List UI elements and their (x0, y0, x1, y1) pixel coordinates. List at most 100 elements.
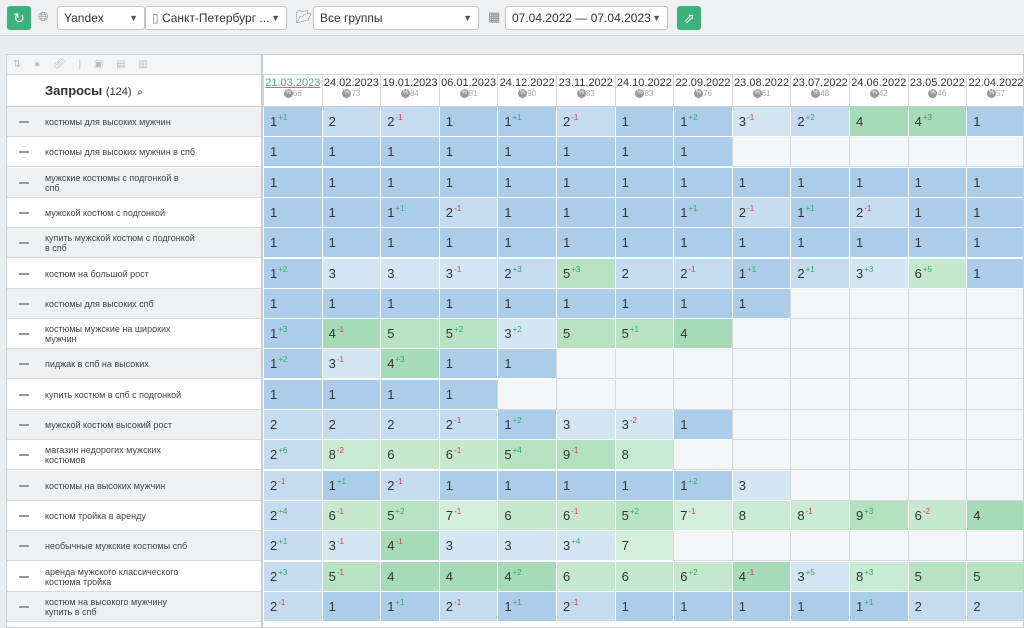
collapse-icon[interactable] (19, 454, 29, 457)
position-cell[interactable]: 1+1 (321, 470, 381, 501)
position-cell[interactable]: 5+2 (380, 500, 439, 531)
link-icon[interactable]: 🔗︎ (53, 59, 66, 70)
position-cell[interactable] (790, 288, 849, 319)
position-cell[interactable]: 1 (614, 228, 674, 259)
position-cell[interactable]: 2 (907, 591, 967, 622)
position-cell[interactable] (731, 440, 791, 471)
position-cell[interactable]: 3+3 (849, 258, 908, 289)
position-cell[interactable]: 1 (614, 137, 674, 168)
position-cell[interactable]: 1+1 (790, 197, 849, 228)
position-cell[interactable]: 3-1 (321, 349, 381, 380)
position-cell[interactable]: 1 (614, 107, 674, 137)
position-cell[interactable]: 3 (731, 470, 791, 501)
collapse-icon[interactable] (19, 484, 29, 487)
position-cell[interactable] (790, 410, 849, 440)
position-cell[interactable]: 1 (556, 167, 615, 198)
position-cell[interactable]: 3 (556, 410, 615, 440)
position-cell[interactable]: 2 (321, 107, 381, 137)
search-engine-select[interactable]: Yandex ▼ (57, 6, 145, 30)
date-column-header[interactable]: 19.01.2023% 84 (380, 75, 439, 107)
position-cell[interactable]: 8 (731, 500, 791, 531)
position-cell[interactable]: 1 (966, 197, 1023, 228)
position-cell[interactable] (790, 349, 849, 380)
position-cell[interactable]: 5+1 (614, 319, 674, 350)
position-cell[interactable] (907, 288, 967, 319)
position-cell[interactable]: 1 (263, 197, 322, 228)
position-cell[interactable]: 1 (438, 470, 498, 501)
position-cell[interactable]: 2-1 (438, 410, 498, 440)
position-cell[interactable]: 1+1 (380, 591, 439, 622)
position-cell[interactable]: 1 (731, 288, 791, 319)
position-cell[interactable]: 2+1 (263, 531, 322, 562)
position-cell[interactable]: 3 (497, 531, 556, 562)
date-column-header[interactable]: 23.07.2022% 48 (790, 75, 849, 107)
position-cell[interactable]: 1 (966, 228, 1023, 259)
position-cell[interactable]: 1 (731, 228, 791, 259)
position-cell[interactable]: 1 (966, 167, 1023, 198)
position-cell[interactable]: 1 (790, 591, 849, 622)
date-column-header[interactable]: 24.06.2022% 42 (849, 75, 908, 107)
position-cell[interactable] (556, 379, 615, 410)
position-cell[interactable]: 5 (907, 561, 967, 592)
position-cell[interactable]: 1 (497, 288, 556, 319)
position-cell[interactable]: 2-1 (673, 258, 732, 289)
position-cell[interactable]: 1 (497, 167, 556, 198)
position-cell[interactable]: 4 (438, 561, 498, 592)
position-cell[interactable] (790, 531, 849, 562)
position-cell[interactable]: 5 (380, 319, 439, 350)
position-cell[interactable]: 1 (556, 137, 615, 168)
position-cell[interactable] (907, 470, 967, 501)
export-button[interactable]: ⇗ (677, 6, 701, 30)
position-cell[interactable]: 1 (614, 591, 674, 622)
position-cell[interactable]: 1 (497, 349, 556, 380)
position-cell[interactable]: 6 (497, 500, 556, 531)
position-cell[interactable]: 2-1 (731, 197, 791, 228)
position-cell[interactable]: 1 (380, 167, 439, 198)
group-select[interactable]: Все группы ▼ (313, 6, 479, 30)
position-cell[interactable]: 6-1 (321, 500, 381, 531)
date-column-header[interactable]: 23.05.2022% 46 (907, 75, 967, 107)
position-cell[interactable]: 1 (380, 137, 439, 168)
position-cell[interactable]: 7 (614, 531, 674, 562)
region-select[interactable]: ▯ Санкт-Петербург ... ▼ (145, 6, 287, 30)
position-cell[interactable] (907, 410, 967, 440)
position-cell[interactable] (907, 440, 967, 471)
position-cell[interactable]: 2+1 (790, 258, 849, 289)
position-cell[interactable]: 1 (263, 137, 322, 168)
position-cell[interactable]: 1 (731, 591, 791, 622)
position-cell[interactable]: 1 (380, 379, 439, 410)
collapse-icon[interactable] (19, 181, 29, 184)
position-cell[interactable]: 1+2 (263, 258, 322, 289)
position-cell[interactable]: 8-1 (790, 500, 849, 531)
sort-icon[interactable]: ⇅ (13, 59, 21, 70)
position-cell[interactable] (907, 319, 967, 350)
date-column-header[interactable]: 24.12.2022% 90 (497, 75, 556, 107)
position-cell[interactable]: 7-1 (673, 500, 732, 531)
position-cell[interactable] (849, 410, 908, 440)
position-cell[interactable]: 1 (380, 228, 439, 259)
position-cell[interactable]: 2+3 (263, 561, 322, 592)
position-cell[interactable]: 4 (966, 500, 1023, 531)
position-cell[interactable]: 2-1 (380, 470, 439, 501)
position-cell[interactable] (731, 319, 791, 350)
position-cell[interactable] (849, 531, 908, 562)
position-cell[interactable]: 1 (907, 197, 967, 228)
position-cell[interactable]: 1 (849, 167, 908, 198)
position-cell[interactable] (849, 379, 908, 410)
position-cell[interactable] (849, 288, 908, 319)
search-icon[interactable]: ⌕ (137, 87, 143, 98)
collapse-icon[interactable] (19, 393, 29, 396)
position-cell[interactable] (907, 349, 967, 380)
position-cell[interactable]: 6 (614, 561, 674, 592)
collapse-icon[interactable] (19, 424, 29, 426)
position-cell[interactable]: 1 (907, 228, 967, 259)
position-cell[interactable]: 1 (438, 349, 498, 380)
position-cell[interactable] (731, 379, 791, 410)
collapse-icon[interactable] (19, 363, 29, 366)
position-cell[interactable] (849, 137, 908, 168)
collapse-icon[interactable] (19, 302, 29, 305)
position-cell[interactable]: 2 (380, 410, 439, 440)
position-cell[interactable]: 1 (497, 197, 556, 228)
position-cell[interactable]: 2-1 (849, 197, 908, 228)
position-cell[interactable]: 6+5 (907, 258, 967, 289)
